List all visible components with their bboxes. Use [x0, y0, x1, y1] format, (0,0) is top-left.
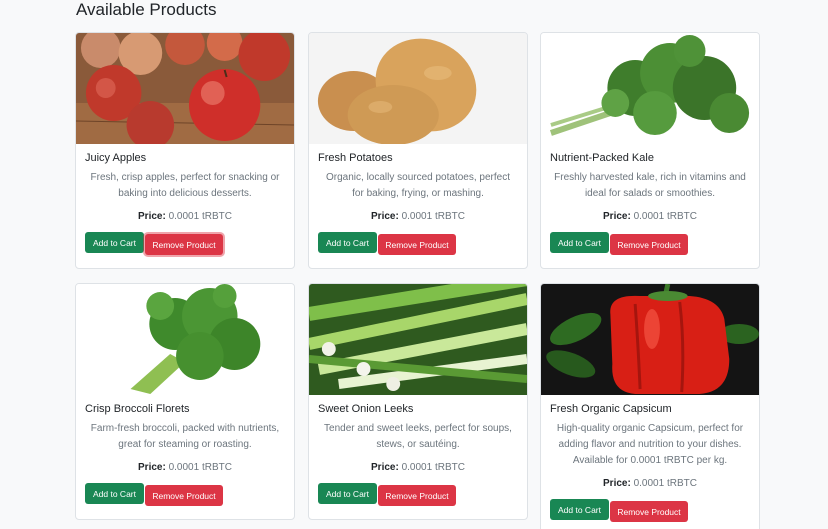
remove-product-button[interactable]: Remove Product: [145, 485, 223, 506]
product-description: High-quality organic Capsicum, perfect f…: [556, 423, 744, 466]
add-to-cart-button[interactable]: Add to Cart: [85, 232, 144, 253]
product-card: Sweet Onion Leeks Tender and sweet leeks…: [308, 283, 528, 520]
add-to-cart-button[interactable]: Add to Cart: [85, 483, 144, 504]
price-value: 0.0001 tRBTC: [168, 211, 232, 222]
product-price: Price: 0.0001 tRBTC: [550, 478, 750, 489]
price-label: Price:: [138, 462, 166, 473]
page-title: Available Products: [76, 0, 217, 19]
add-to-cart-button[interactable]: Add to Cart: [318, 232, 377, 253]
price-value: 0.0001 tRBTC: [633, 478, 697, 489]
add-to-cart-button[interactable]: Add to Cart: [550, 499, 609, 520]
product-price: Price: 0.0001 tRBTC: [550, 211, 750, 222]
product-name: Crisp Broccoli Florets: [85, 403, 190, 415]
price-label: Price:: [371, 462, 399, 473]
add-to-cart-button[interactable]: Add to Cart: [318, 483, 377, 504]
product-description: Tender and sweet leeks, perfect for soup…: [324, 423, 512, 450]
add-to-cart-button[interactable]: Add to Cart: [550, 232, 609, 253]
product-card: Nutrient-Packed Kale Freshly harvested k…: [540, 32, 760, 269]
product-name: Juicy Apples: [85, 152, 147, 164]
product-price: Price: 0.0001 tRBTC: [85, 211, 285, 222]
leeks-image: [309, 284, 527, 395]
product-card: Fresh Potatoes Organic, locally sourced …: [308, 32, 528, 269]
remove-product-button[interactable]: Remove Product: [378, 485, 456, 506]
product-price: Price: 0.0001 tRBTC: [85, 462, 285, 473]
potatoes-image: [309, 33, 527, 144]
product-description: Organic, locally sourced potatoes, perfe…: [326, 172, 510, 199]
product-price: Price: 0.0001 tRBTC: [318, 462, 518, 473]
price-value: 0.0001 tRBTC: [401, 211, 465, 222]
product-description: Fresh, crisp apples, perfect for snackin…: [90, 172, 280, 199]
price-value: 0.0001 tRBTC: [401, 462, 465, 473]
product-card: Fresh Organic Capsicum High-quality orga…: [540, 283, 760, 529]
product-name: Nutrient-Packed Kale: [550, 152, 654, 164]
broccoli-image: [76, 284, 294, 395]
remove-product-button[interactable]: Remove Product: [145, 234, 223, 255]
price-label: Price:: [138, 211, 166, 222]
price-label: Price:: [371, 211, 399, 222]
price-label: Price:: [603, 478, 631, 489]
product-card: Crisp Broccoli Florets Farm-fresh brocco…: [75, 283, 295, 520]
product-description: Freshly harvested kale, rich in vitamins…: [554, 172, 746, 199]
product-card: Juicy Apples Fresh, crisp apples, perfec…: [75, 32, 295, 269]
capsicum-image: [541, 284, 759, 395]
remove-product-button[interactable]: Remove Product: [610, 234, 688, 255]
product-name: Fresh Organic Capsicum: [550, 403, 672, 415]
product-description: Farm-fresh broccoli, packed with nutrien…: [90, 423, 280, 450]
remove-product-button[interactable]: Remove Product: [378, 234, 456, 255]
product-name: Sweet Onion Leeks: [318, 403, 414, 415]
price-value: 0.0001 tRBTC: [168, 462, 232, 473]
kale-image: [541, 33, 759, 144]
price-label: Price:: [603, 211, 631, 222]
product-price: Price: 0.0001 tRBTC: [318, 211, 518, 222]
remove-product-button[interactable]: Remove Product: [610, 501, 688, 522]
apples-image: [76, 33, 294, 144]
price-value: 0.0001 tRBTC: [633, 211, 697, 222]
product-name: Fresh Potatoes: [318, 152, 393, 164]
